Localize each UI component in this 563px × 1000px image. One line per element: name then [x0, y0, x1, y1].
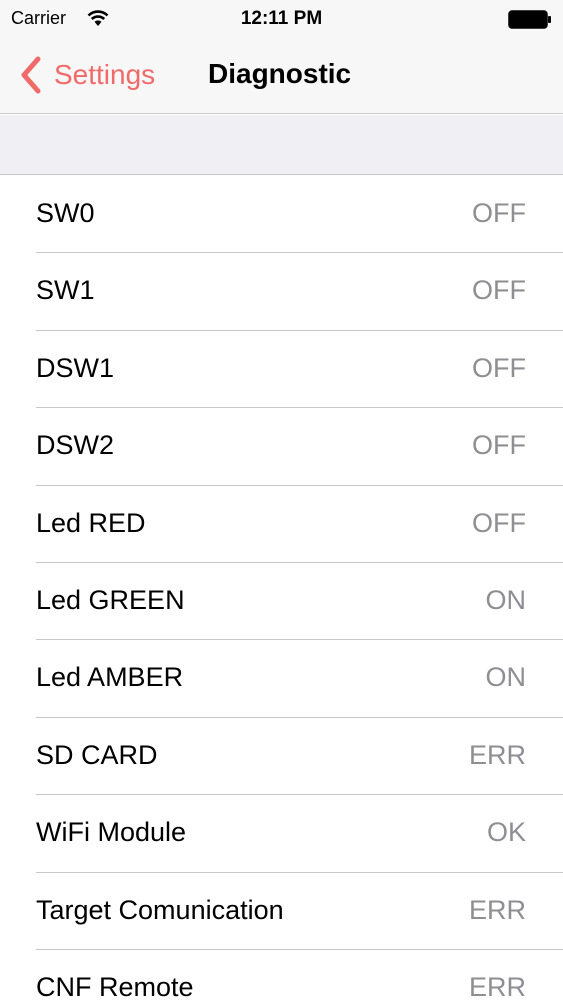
list-item[interactable]: WiFi Module OK [0, 795, 563, 873]
list-item-label: WiFi Module [36, 817, 187, 848]
chevron-left-icon [21, 56, 41, 94]
list-item-value: OFF [472, 198, 526, 228]
list-item[interactable]: Led RED OFF [0, 485, 563, 563]
list-item[interactable]: DSW1 OFF [0, 330, 563, 409]
list-item[interactable]: SW1 OFF [0, 253, 563, 331]
back-button-label: Settings [54, 59, 156, 90]
list-item[interactable]: CNF Remote ERR [0, 949, 563, 1000]
list-item-label: Led RED [36, 507, 146, 538]
list-item-label: SW1 [36, 275, 95, 306]
status-time: 12:11 PM [240, 8, 323, 29]
status-bar: Carrier 12:11 PM [0, 0, 563, 40]
list-item-value: ERR [468, 739, 526, 770]
list-item-label: Led AMBER [36, 662, 184, 693]
list-item-label: SD CARD [36, 739, 158, 770]
list-item-value: OFF [472, 352, 526, 383]
list-item-value: ERR [468, 971, 526, 1000]
battery-icon [508, 10, 551, 29]
list-item[interactable]: SD CARD ERR [0, 717, 563, 796]
list-item-label: DSW1 [36, 352, 115, 383]
list-item[interactable]: SW0 OFF [0, 176, 563, 254]
list-item-value: OFF [472, 275, 526, 306]
list-item-label: DSW2 [36, 430, 115, 461]
back-button[interactable]: Settings [18, 55, 155, 95]
list-item-label: Target Comunication [36, 894, 284, 925]
list-item-value: ON [485, 584, 527, 615]
list-item[interactable]: Led AMBER ON [0, 640, 563, 718]
diagnostic-list: SW0 OFF SW1 OFF DSW1 OFF DSW2 OFF Led RE… [0, 176, 563, 1000]
list-item[interactable]: DSW2 OFF [0, 408, 563, 486]
list-item-value: OK [486, 817, 526, 848]
list-item[interactable]: Target Comunication ERR [0, 872, 563, 950]
page-title: Diagnostic [208, 58, 352, 89]
list-item-value: OFF [472, 507, 526, 538]
section-header [0, 115, 563, 175]
list-item-label: Led GREEN [36, 584, 185, 615]
list-item-value: ON [485, 662, 527, 693]
list-item-value: ERR [468, 894, 526, 925]
list-item-value: OFF [472, 430, 526, 461]
list-item-label: CNF Remote [36, 971, 194, 1000]
list-item[interactable]: Led GREEN ON [0, 562, 563, 641]
list-item-label: SW0 [36, 198, 95, 228]
navigation-bar: Settings Diagnostic [0, 40, 563, 114]
